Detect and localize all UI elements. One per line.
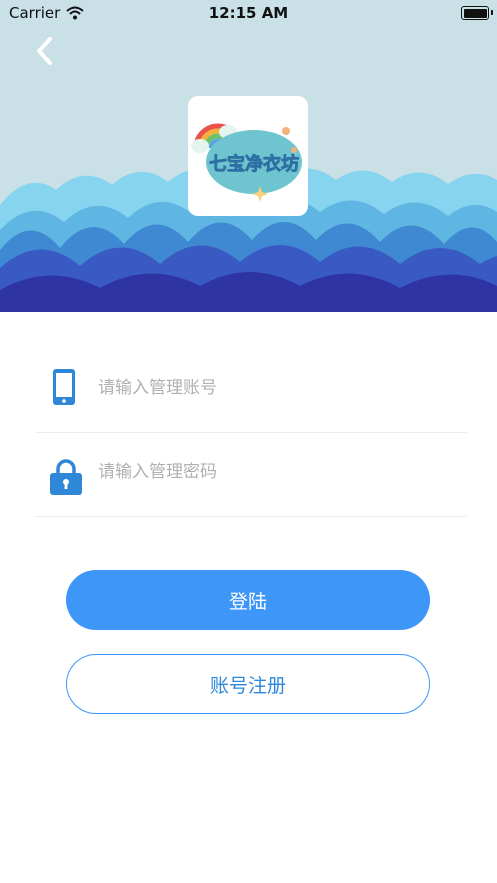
password-input[interactable] [96, 426, 460, 518]
smartphone-icon [53, 369, 75, 405]
status-time: 12:15 AM [208, 4, 289, 22]
logo-text: 七宝净衣坊 [209, 153, 299, 175]
logo-artwork: 七宝净衣坊 [191, 123, 302, 202]
battery-icon [461, 6, 493, 20]
account-field[interactable] [36, 342, 467, 434]
header-banner: 七宝净衣坊 [0, 0, 497, 312]
back-button[interactable] [30, 34, 62, 68]
register-button[interactable]: 账号注册 [66, 654, 430, 714]
app-logo: 七宝净衣坊 [188, 96, 308, 216]
lock-icon [50, 459, 82, 495]
status-bar: Carrier 12:15 AM [0, 0, 497, 26]
account-input[interactable] [96, 342, 460, 434]
login-button[interactable]: 登陆 [66, 570, 430, 630]
chevron-left-icon [37, 37, 52, 65]
password-field[interactable] [36, 426, 467, 518]
